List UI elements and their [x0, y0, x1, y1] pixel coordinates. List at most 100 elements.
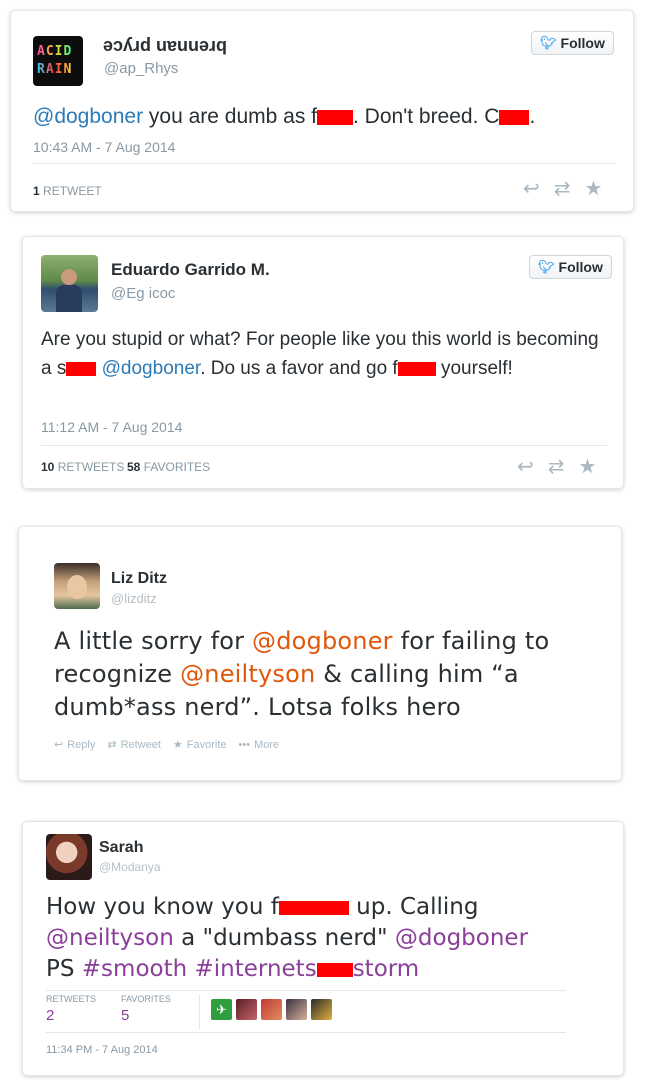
mention-link[interactable]: @dogboner	[33, 105, 143, 128]
vertical-divider	[199, 994, 200, 1030]
handle[interactable]: @Modanya	[99, 860, 161, 874]
airplane-icon[interactable]: ✈	[211, 999, 232, 1020]
favorite-count: 58	[127, 460, 141, 474]
handle[interactable]: @Eg icoc	[111, 285, 175, 302]
avatar-logo-top: ACID	[37, 44, 73, 59]
tweet-text-part: yourself!	[440, 358, 513, 379]
divider	[46, 1032, 566, 1033]
mini-avatar[interactable]	[286, 999, 307, 1020]
tweet-card-1: ACID RAIN brennan pryce @ap_Rhys 🐦︎ Foll…	[10, 10, 634, 212]
tweet-text-part: PS	[46, 956, 82, 982]
mention-link[interactable]: @neiltyson	[46, 925, 174, 951]
mini-avatar[interactable]	[236, 999, 257, 1020]
redaction-bar	[66, 361, 97, 376]
retweet-stat[interactable]: 1 RETWEET	[33, 184, 102, 198]
retweet-icon: ⇄	[107, 739, 117, 751]
favorite-icon[interactable]: ★	[585, 179, 603, 199]
tweet-text-part: A little sorry for	[54, 627, 253, 655]
reply-icon[interactable]: ↩	[523, 179, 540, 199]
tweet-text-part: a "dumbass nerd"	[173, 925, 395, 951]
retweet-icon[interactable]: ⇄	[548, 457, 565, 477]
tweet-text: @dogboner you are dumb as f . Don't breed…	[33, 103, 623, 131]
favorite-icon: ★	[172, 739, 183, 751]
avatar-person-body	[56, 285, 82, 312]
redaction-bar	[316, 962, 353, 977]
tweet-text-part: you are dumb as f	[143, 105, 318, 128]
tweet-text-part: How you know you f	[46, 894, 279, 920]
favorite-stat[interactable]: 58 FAVORITES	[127, 460, 210, 474]
retweet-label: RETWEET	[43, 184, 102, 198]
avatar[interactable]	[46, 834, 92, 880]
retweet-label: RETWEETS	[57, 460, 125, 474]
handle[interactable]: @lizditz	[111, 591, 157, 606]
twitter-bird-icon: 🐦︎	[540, 35, 557, 50]
favorite-label: Favorite	[186, 738, 227, 751]
reply-icon: ↩	[54, 739, 64, 751]
tweet-text-part: . Don't breed. C	[353, 105, 500, 128]
hashtag-link-tail[interactable]: storm	[353, 956, 420, 982]
mention-link[interactable]: @neiltyson	[180, 660, 315, 688]
avatar-face-shape	[67, 575, 87, 599]
tweet-card-3: Liz Ditz @lizditz A little sorry for @do…	[18, 526, 622, 781]
follow-label: Follow	[560, 35, 605, 51]
favorites-block[interactable]: FAVORITES 5	[121, 994, 191, 1024]
retweets-block[interactable]: RETWEETS 2	[46, 994, 106, 1024]
display-name[interactable]: brennan pryce	[103, 36, 227, 57]
timestamp[interactable]: 11:12 AM - 7 Aug 2014	[41, 419, 182, 435]
display-name[interactable]: Sarah	[99, 839, 143, 857]
mention-link[interactable]: @dogboner	[252, 627, 393, 655]
tweet-text-part: .	[529, 105, 536, 128]
more-label: More	[254, 738, 280, 751]
action-bar: ↩ Reply ⇄ Retweet ★ Favorite ••• More	[54, 738, 280, 752]
retweet-icon[interactable]: ⇄	[554, 179, 571, 199]
redaction-bar	[499, 109, 530, 125]
more-icon: •••	[238, 738, 251, 751]
tweet-text: Are you stupid or what? For people like …	[41, 325, 601, 383]
divider	[33, 163, 615, 164]
mini-avatar[interactable]	[311, 999, 332, 1020]
divider	[46, 990, 566, 991]
reply-label: Reply	[67, 738, 96, 751]
divider	[41, 445, 607, 446]
reply-icon[interactable]: ↩	[517, 457, 534, 477]
avatar[interactable]	[54, 563, 100, 609]
tweet-card-4: Sarah @Modanya How you know you f up. Ca…	[22, 821, 624, 1076]
favorites-label: FAVORITES	[121, 994, 171, 1004]
follow-button[interactable]: 🐦︎ Follow	[529, 255, 612, 279]
mention-link[interactable]: @dogboner	[395, 925, 528, 951]
timestamp[interactable]: 10:43 AM - 7 Aug 2014	[33, 139, 175, 155]
retweet-count: 1	[33, 184, 40, 198]
twitter-bird-icon: 🐦︎	[538, 259, 555, 274]
favorite-icon[interactable]: ★	[579, 457, 597, 477]
follow-label: Follow	[558, 259, 603, 275]
retweet-stat[interactable]: 10 RETWEETS	[41, 460, 124, 474]
redaction-bar	[397, 361, 436, 376]
avatar-person-shape	[61, 269, 77, 285]
favorites-count: 5	[121, 1007, 130, 1024]
retweets-count: 2	[46, 1007, 55, 1024]
mention-link[interactable]: @dogboner	[102, 358, 201, 379]
follow-button[interactable]: 🐦︎ Follow	[531, 31, 614, 55]
favorite-action[interactable]: ★ Favorite	[172, 738, 227, 752]
retweet-action[interactable]: ⇄ Retweet	[107, 738, 161, 752]
timestamp[interactable]: 11:34 PM - 7 Aug 2014	[46, 1044, 158, 1056]
more-action[interactable]: ••• More	[239, 738, 280, 751]
retweet-count: 10	[41, 460, 55, 474]
hashtag-link[interactable]: #internets	[195, 956, 317, 982]
hashtag-link[interactable]: #smooth	[82, 956, 187, 982]
avatar[interactable]	[41, 255, 98, 312]
avatar[interactable]: ACID RAIN	[33, 36, 83, 86]
mini-avatar[interactable]	[261, 999, 282, 1020]
retweets-label: RETWEETS	[46, 994, 97, 1004]
display-name[interactable]: Eduardo Garrido M.	[111, 260, 270, 280]
display-name[interactable]: Liz Ditz	[111, 570, 167, 588]
tweet-text: How you know you f up. Calling @neiltyso…	[46, 892, 606, 985]
tweet-text-part: . Do us a favor and go f	[200, 358, 398, 379]
tweet-text: A little sorry for @dogboner for failing…	[54, 625, 594, 724]
redaction-bar	[317, 109, 354, 125]
reply-action[interactable]: ↩ Reply	[54, 738, 96, 752]
favorited-avatars: ✈	[211, 999, 336, 1020]
avatar-logo-bottom: RAIN	[37, 62, 73, 77]
handle[interactable]: @ap_Rhys	[104, 60, 178, 77]
redaction-bar	[278, 900, 349, 915]
